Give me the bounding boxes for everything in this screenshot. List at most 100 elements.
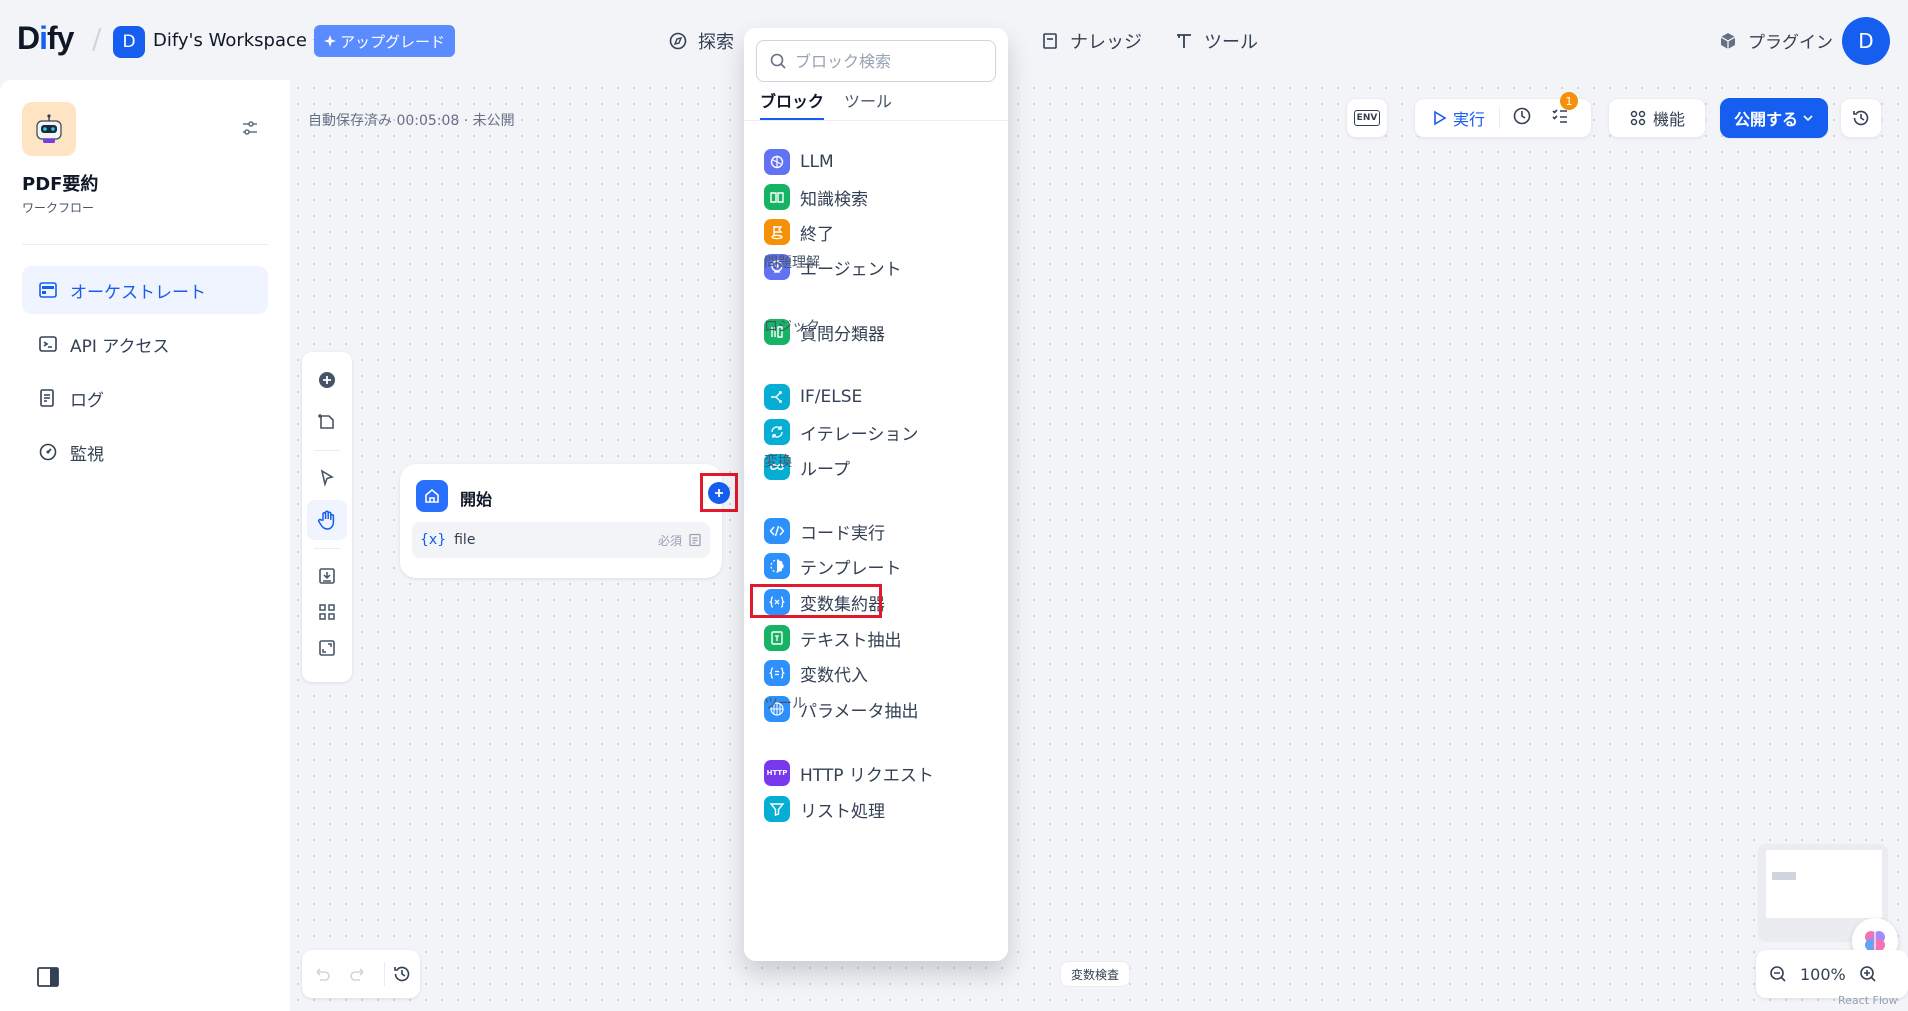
export-image-icon[interactable] (307, 556, 347, 596)
env-button[interactable]: ENV (1346, 98, 1388, 138)
add-block-icon[interactable] (307, 360, 347, 400)
search-icon (770, 53, 786, 69)
end-icon (764, 219, 790, 245)
hand-icon[interactable] (307, 500, 347, 540)
run-button[interactable]: 実行 (1415, 106, 1485, 130)
edit-history-icon[interactable] (392, 964, 412, 988)
node-title: 開始 (460, 490, 493, 509)
sparkle-icon (324, 35, 336, 47)
text-extractor-icon (764, 625, 790, 651)
dify-logo[interactable]: Dify (17, 20, 74, 57)
app-settings-icon[interactable] (240, 118, 260, 142)
workspace-avatar[interactable]: D (113, 26, 145, 58)
required-label: 必須 (657, 533, 682, 548)
hammer-icon (1177, 34, 1191, 48)
env-icon: ENV (1353, 110, 1381, 126)
features-icon (1630, 110, 1646, 126)
tab-blocks[interactable]: ブロック (760, 88, 825, 120)
block-picker-tabs: ブロック ツール (760, 88, 892, 120)
features-button[interactable]: 機能 (1608, 98, 1706, 138)
sidebar-item-orchestrate[interactable]: オーケストレート (22, 266, 268, 314)
block-item-text-extractor[interactable]: テキスト抽出 (764, 622, 902, 654)
redo-icon[interactable] (348, 964, 368, 988)
node-variable-row: {x} file 必須 (412, 522, 710, 558)
block-item-if-else[interactable]: IF/ELSE (764, 381, 862, 413)
home-icon (416, 480, 448, 512)
maximize-canvas-icon[interactable] (307, 628, 347, 668)
sidebar-item-logs[interactable]: ログ (22, 374, 268, 422)
chevron-down-icon (1803, 115, 1813, 122)
zoom-out-icon[interactable] (1768, 964, 1788, 984)
highlight-box (750, 584, 882, 618)
log-icon (40, 389, 54, 407)
book-icon (1043, 33, 1057, 49)
block-item-variable-assigner[interactable]: 変数代入 (764, 657, 868, 689)
pointer-icon[interactable] (307, 458, 347, 498)
version-history-button[interactable] (1840, 98, 1882, 138)
upgrade-button[interactable]: アップグレード (314, 25, 456, 57)
gauge-icon (39, 443, 57, 461)
collapse-sidebar-icon[interactable] (36, 966, 60, 992)
start-node[interactable]: 開始 {x} file 必須 (400, 464, 722, 578)
checklist-icon[interactable]: 1 (1550, 92, 1579, 130)
block-search-field[interactable] (756, 40, 996, 82)
block-item-http-request[interactable]: HTTP HTTP リクエスト (764, 757, 934, 789)
user-avatar[interactable]: D (1842, 17, 1890, 65)
organize-blocks-icon[interactable] (307, 592, 347, 632)
variable-inspect-button[interactable]: 変数検査 (1060, 961, 1131, 987)
divider (22, 244, 268, 245)
run-history-icon[interactable] (1512, 106, 1532, 130)
block-search-input[interactable] (795, 51, 985, 71)
checklist-badge: 1 (1560, 92, 1579, 110)
block-item-code[interactable]: コード実行 (764, 515, 885, 547)
block-item-llm[interactable]: LLM (764, 146, 834, 178)
sidebar-item-api-access[interactable]: API アクセス (22, 320, 268, 368)
zoom-in-icon[interactable] (1858, 964, 1878, 984)
nav-explore[interactable]: 探索 (668, 28, 734, 54)
app-robot-icon (22, 102, 76, 156)
compass-icon (669, 32, 687, 50)
autosave-status: 自動保存済み 00:05:08 · 未公開 (308, 113, 515, 129)
block-item-iteration[interactable]: イテレーション (764, 416, 918, 448)
template-icon (764, 553, 790, 579)
app-sidebar: PDF要約 ワークフロー オーケストレート API アクセス ログ 監視 (0, 80, 290, 1011)
block-item-list-operator[interactable]: リスト処理 (764, 793, 885, 825)
if-else-icon (764, 384, 790, 410)
plugin-cube-icon (1720, 32, 1736, 49)
canvas-toolbar (302, 352, 352, 682)
zoom-level[interactable]: 100% (1800, 965, 1846, 984)
variable-assigner-icon (764, 660, 790, 686)
run-toolbar: 実行 1 (1414, 92, 1592, 138)
layout-icon (39, 282, 57, 298)
list-filter-icon (764, 796, 790, 822)
terminal-icon (39, 336, 57, 352)
category-transform: 変換 (764, 454, 792, 470)
react-flow-attribution[interactable]: React Flow (1838, 994, 1898, 1007)
tab-tools[interactable]: ツール (844, 88, 892, 120)
category-tools: ツール (764, 696, 806, 712)
workflow-canvas[interactable]: 自動保存済み 00:05:08 · 未公開 ENV 実行 1 機能 公開する 開… (290, 80, 1908, 1011)
variable-name: file (454, 532, 476, 548)
block-item-template[interactable]: テンプレート (764, 550, 902, 582)
workspace-selector[interactable]: Dify's Workspace (153, 30, 325, 51)
category-logic: ロジック (764, 319, 820, 335)
zoom-controls: 100% (1756, 950, 1908, 998)
iteration-icon (764, 419, 790, 445)
http-icon: HTTP (764, 760, 790, 786)
document-icon (689, 533, 701, 547)
undo-icon[interactable] (312, 964, 332, 988)
plugin-button[interactable]: プラグイン (1718, 28, 1833, 53)
nav-knowledge[interactable]: ナレッジ (1040, 28, 1142, 54)
block-item-end[interactable]: 終了 (764, 216, 834, 248)
sidebar-item-monitoring[interactable]: 監視 (22, 428, 268, 476)
app-name: PDF要約 (22, 174, 99, 195)
block-item-knowledge-retrieval[interactable]: 知識検索 (764, 181, 868, 213)
breadcrumb-separator: / (92, 22, 102, 55)
code-icon (764, 518, 790, 544)
nav-tools[interactable]: ツール (1174, 28, 1258, 54)
app-type: ワークフロー (22, 201, 95, 215)
add-note-icon[interactable] (307, 402, 347, 442)
category-question-understanding: 問題理解 (764, 255, 820, 271)
publish-button[interactable]: 公開する (1720, 98, 1828, 138)
undo-redo-bar (302, 950, 420, 998)
